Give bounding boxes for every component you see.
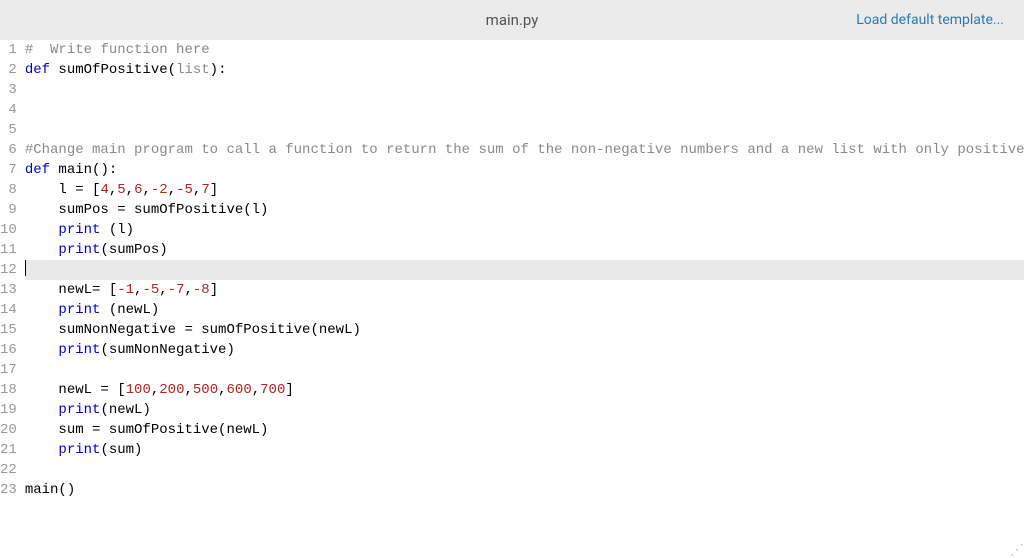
- line-number: 8: [0, 180, 17, 200]
- line-number: 21: [0, 440, 17, 460]
- code-line[interactable]: [25, 120, 1024, 140]
- code-line[interactable]: newL= [-1,-5,-7,-8]: [25, 280, 1024, 300]
- code-line[interactable]: print(sum): [25, 440, 1024, 460]
- code-line[interactable]: sum = sumOfPositive(newL): [25, 420, 1024, 440]
- code-line[interactable]: def sumOfPositive(list):: [25, 60, 1024, 80]
- line-number: 16: [0, 340, 17, 360]
- code-line[interactable]: [25, 460, 1024, 480]
- code-line[interactable]: def main():: [25, 160, 1024, 180]
- line-number: 20: [0, 420, 17, 440]
- line-number: 18: [0, 380, 17, 400]
- resize-handle-icon[interactable]: ⋰: [1010, 544, 1022, 556]
- line-number: 9: [0, 200, 17, 220]
- code-line[interactable]: print(sumPos): [25, 240, 1024, 260]
- code-line[interactable]: [25, 260, 1024, 280]
- line-number: 13: [0, 280, 17, 300]
- line-number: 2: [0, 60, 17, 80]
- code-line[interactable]: l = [4,5,6,-2,-5,7]: [25, 180, 1024, 200]
- code-line[interactable]: sumPos = sumOfPositive(l): [25, 200, 1024, 220]
- line-number: 5: [0, 120, 17, 140]
- line-number: 4: [0, 100, 17, 120]
- line-number-gutter: 1234567891011121314151617181920212223: [0, 40, 25, 500]
- code-line[interactable]: [25, 100, 1024, 120]
- line-number: 12: [0, 260, 17, 280]
- code-editor[interactable]: 1234567891011121314151617181920212223 # …: [0, 40, 1024, 500]
- code-line[interactable]: [25, 80, 1024, 100]
- line-number: 15: [0, 320, 17, 340]
- line-number: 1: [0, 40, 17, 60]
- line-number: 22: [0, 460, 17, 480]
- line-number: 23: [0, 480, 17, 500]
- line-number: 17: [0, 360, 17, 380]
- line-number: 11: [0, 240, 17, 260]
- editor-header: main.py Load default template...: [0, 0, 1024, 40]
- code-area[interactable]: # Write function heredef sumOfPositive(l…: [25, 40, 1024, 500]
- code-line[interactable]: # Write function here: [25, 40, 1024, 60]
- load-template-link[interactable]: Load default template...: [856, 12, 1004, 28]
- code-line[interactable]: main(): [25, 480, 1024, 500]
- text-cursor: [25, 260, 26, 276]
- code-line[interactable]: print(newL): [25, 400, 1024, 420]
- code-line[interactable]: #Change main program to call a function …: [25, 140, 1024, 160]
- line-number: 14: [0, 300, 17, 320]
- code-line[interactable]: newL = [100,200,500,600,700]: [25, 380, 1024, 400]
- line-number: 10: [0, 220, 17, 240]
- code-line[interactable]: print(sumNonNegative): [25, 340, 1024, 360]
- code-line[interactable]: print (l): [25, 220, 1024, 240]
- code-line[interactable]: sumNonNegative = sumOfPositive(newL): [25, 320, 1024, 340]
- line-number: 3: [0, 80, 17, 100]
- code-line[interactable]: print (newL): [25, 300, 1024, 320]
- line-number: 7: [0, 160, 17, 180]
- code-line[interactable]: [25, 360, 1024, 380]
- line-number: 19: [0, 400, 17, 420]
- line-number: 6: [0, 140, 17, 160]
- file-title: main.py: [486, 11, 539, 29]
